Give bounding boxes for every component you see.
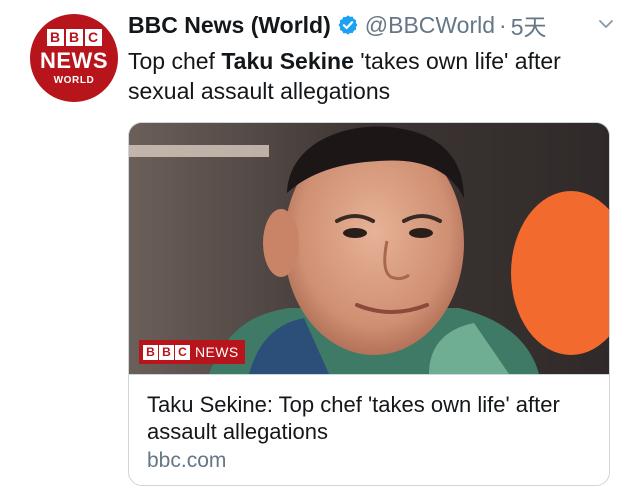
tweet-text-bold: Taku Sekine [221,48,354,74]
card-body: Taku Sekine: Top chef 'takes own life' a… [129,374,609,485]
avatar[interactable]: B B C NEWS WORLD [30,14,118,102]
display-name[interactable]: BBC News (World) [128,12,331,39]
badge-block: B [143,344,158,360]
logo-block: B [46,28,64,46]
tweet[interactable]: B B C NEWS WORLD BBC News (World) @BBCWo… [0,0,640,492]
card-image: B B C NEWS [129,123,609,374]
badge-block: B [159,344,174,360]
card-domain: bbc.com [147,449,227,472]
bbc-logo: B B C [46,28,102,46]
verified-badge-icon [338,15,358,35]
separator-dot: · [499,11,507,38]
chef-photo [129,123,609,374]
logo-block: B [65,28,83,46]
card-title: Taku Sekine: Top chef 'takes own life' a… [147,392,560,444]
tweet-text: Top chef Taku Sekine 'takes own life' af… [128,46,618,106]
badge-block: C [175,344,190,360]
avatar-world-text: WORLD [53,74,95,86]
bbc-news-badge: B B C NEWS [139,340,245,364]
tweet-text-part: Top chef [128,48,222,74]
tweet-header: BBC News (World) @BBCWorld · 5天 [128,8,547,42]
timestamp[interactable]: 5天 [511,8,547,42]
logo-block: C [84,28,102,46]
handle[interactable]: @BBCWorld [365,12,495,39]
chevron-down-icon[interactable] [596,14,616,34]
avatar-news-text: NEWS [40,47,108,73]
link-card[interactable]: B B C NEWS Taku Sekine: Top chef 'takes … [128,122,610,486]
badge-label: NEWS [195,344,239,360]
